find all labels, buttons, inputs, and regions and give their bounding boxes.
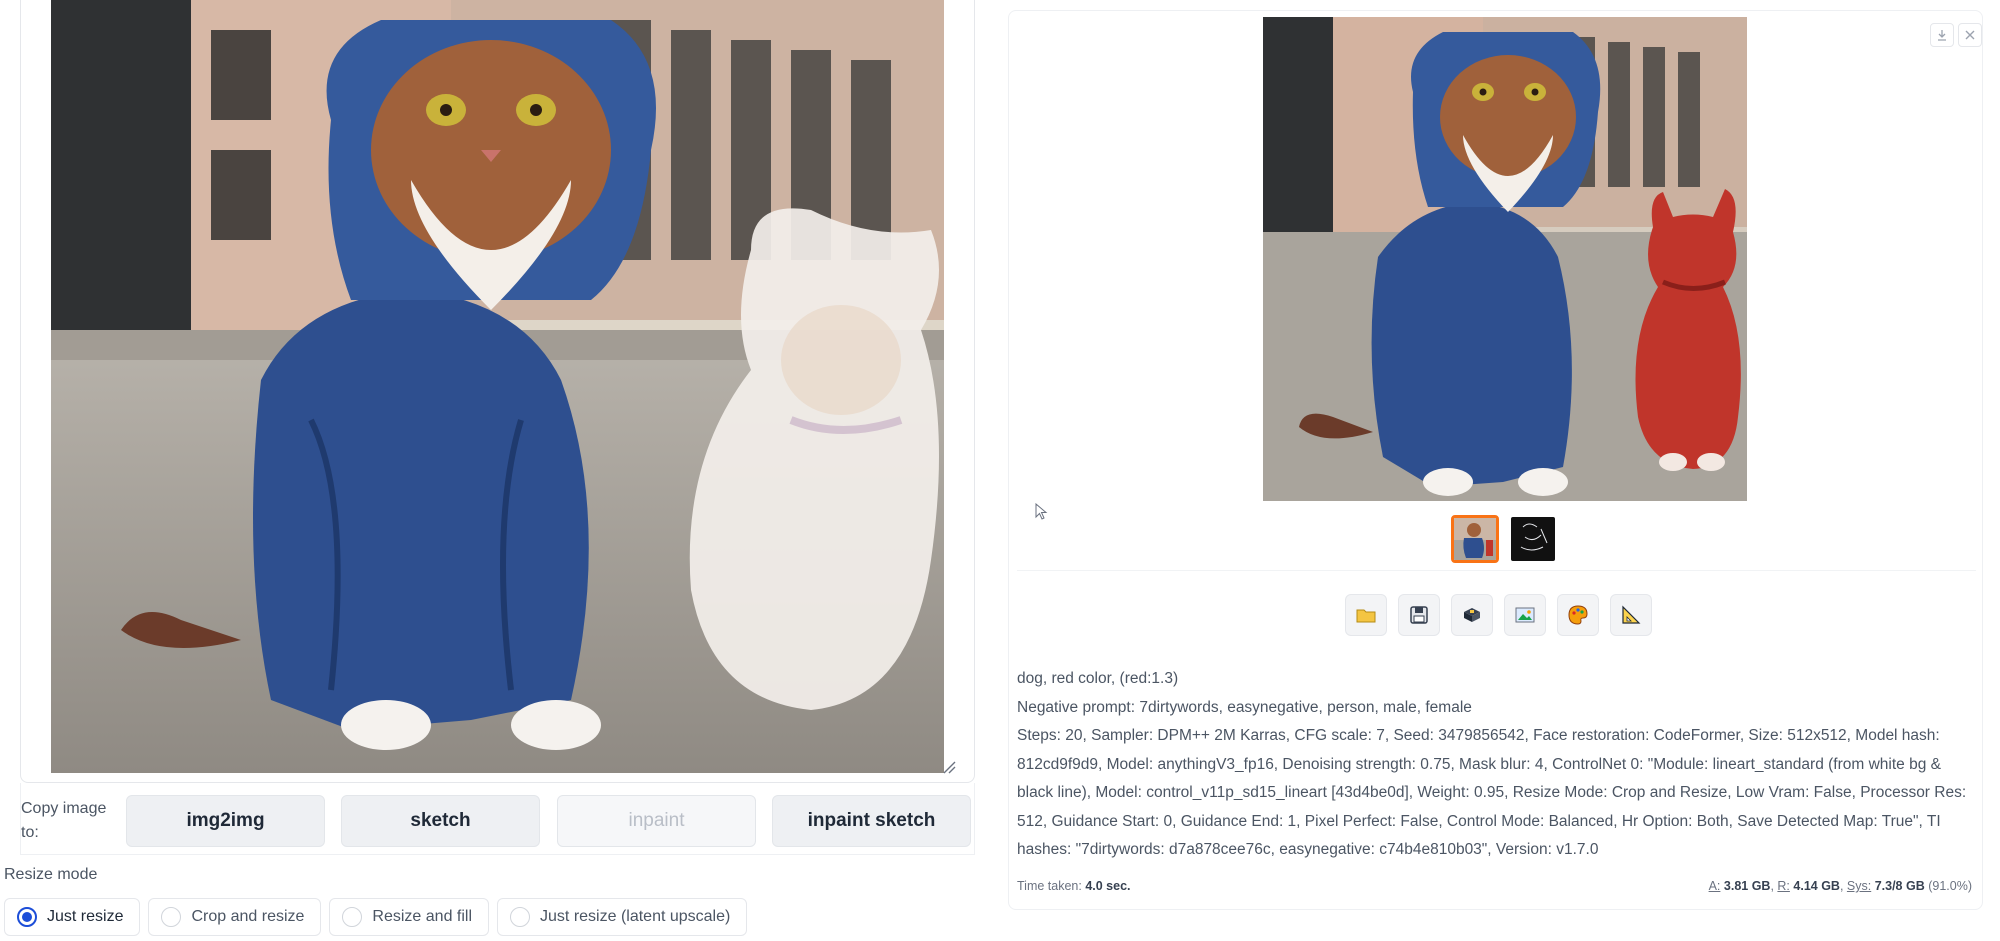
palette-icon [1568,605,1588,625]
radio-circle [342,907,363,927]
resize-handle-icon[interactable] [942,760,956,774]
output-gallery [1017,11,1982,571]
info-negative-prompt: Negative prompt: 7dirtywords, easynegati… [1017,698,1472,716]
mouse-cursor-icon [1035,503,1048,520]
close-icon[interactable] [1958,23,1982,47]
vram-system-percent: (91.0%) [1928,879,1972,893]
copy-image-label: Copy image to: [21,800,107,841]
vram-reserved-label: R: [1777,879,1790,893]
folder-icon [1356,609,1376,623]
copy-to-sketch-button[interactable]: sketch [341,795,540,847]
radio-label: Just resize (latent upscale) [540,908,731,925]
resize-mode-label: Resize mode [4,866,98,883]
save-icon [1410,606,1428,624]
lineart-thumbnail[interactable] [1509,515,1557,563]
send-to-img2img-button[interactable] [1504,594,1546,636]
result-image[interactable] [1263,17,1747,501]
output-panel: dog, red color, (red:1.3) Negative promp… [1008,10,1983,910]
radio-circle [17,907,37,927]
radio-label: Just resize [47,908,124,925]
radio-circle [510,907,531,927]
zip-icon [1464,608,1480,622]
vram-reserved-value: 4.14 GB [1793,879,1840,893]
img2img-input-panel: Copy image to: img2img sketch inpaint in… [0,0,995,941]
vram-active-value: 3.81 GB [1723,879,1771,893]
copy-to-img2img-button[interactable]: img2img [126,795,325,847]
output-toolbar [1345,594,1652,636]
vram-system-value: 7.3/8 GB [1874,879,1925,893]
vram-system-label: Sys: [1846,879,1872,893]
radio-label: Resize and fill [372,908,473,925]
radio-resize-and-fill[interactable]: Resize and fill [329,898,490,936]
inpaint-canvas[interactable] [51,0,944,773]
radio-label: Crop and resize [191,908,305,925]
radio-circle [161,907,182,927]
inpaint-canvas-frame [20,0,975,783]
image-icon [1515,607,1535,623]
copy-image-row: Copy image to: img2img sketch inpaint in… [20,783,975,855]
result-thumbnail[interactable] [1451,515,1499,563]
send-to-inpaint-button[interactable] [1557,594,1599,636]
send-to-extras-button[interactable] [1610,594,1652,636]
ruler-icon [1622,605,1641,624]
open-folder-button[interactable] [1345,594,1387,636]
download-icon[interactable] [1930,23,1954,47]
copy-to-inpaint-sketch-button[interactable]: inpaint sketch [772,795,971,847]
save-button[interactable] [1398,594,1440,636]
performance-footer: Time taken: 4.0 sec. A: 3.81 GB, R: 4.14… [1017,879,1972,899]
time-taken-label: Time taken: [1017,879,1082,893]
zip-button[interactable] [1451,594,1493,636]
vram-active-label: A: [1708,879,1721,893]
radio-crop-and-resize[interactable]: Crop and resize [148,898,322,936]
info-parameters: Steps: 20, Sampler: DPM++ 2M Karras, CFG… [1017,727,1967,858]
time-taken-value: 4.0 sec. [1085,879,1131,893]
generation-info: dog, red color, (red:1.3) Negative promp… [1017,665,1972,865]
resize-mode-radio-group: Just resize Crop and resize Resize and f… [4,898,748,938]
radio-just-resize[interactable]: Just resize [4,898,141,936]
copy-to-inpaint-button[interactable]: inpaint [557,795,756,847]
vram-usage: A: 3.81 GB, R: 4.14 GB, Sys: 7.3/8 GB (9… [1708,879,1972,893]
gallery-thumbnails [1451,515,1557,563]
radio-just-resize-latent-upscale[interactable]: Just resize (latent upscale) [497,898,748,936]
info-prompt: dog, red color, (red:1.3) [1017,670,1179,687]
